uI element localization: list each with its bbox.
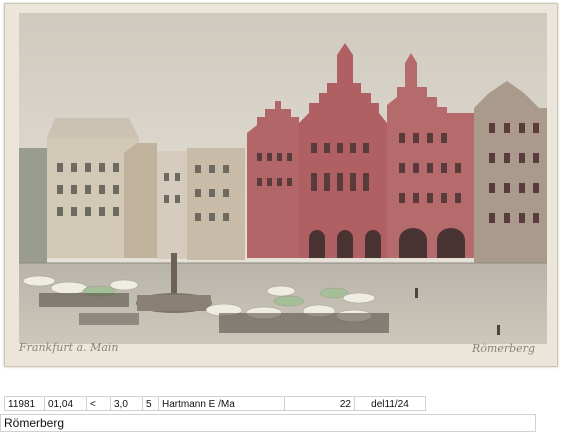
record-row: 11981 01,04 < 3,0 5 Hartmann E /Ma 22 de… (4, 396, 564, 412)
record-quantity[interactable]: 22 (284, 396, 354, 411)
record-date[interactable]: 01,04 (44, 396, 86, 411)
record-condition[interactable]: 5 (142, 396, 158, 411)
record-id[interactable]: 11981 (4, 396, 44, 411)
record-publisher[interactable]: Hartmann E /Ma (158, 396, 284, 411)
record-price[interactable]: 3,0 (110, 396, 142, 411)
caption-city: Frankfurt a. Main (19, 341, 119, 354)
record-delivery[interactable]: del11/24 (354, 396, 426, 411)
record-operator[interactable]: < (86, 396, 110, 411)
postcard: Frankfurt a. Main Römerberg (4, 3, 558, 367)
caption-place: Römerberg (472, 342, 535, 355)
description-field[interactable]: Römerberg (0, 414, 536, 432)
postcard-photo (19, 13, 547, 344)
